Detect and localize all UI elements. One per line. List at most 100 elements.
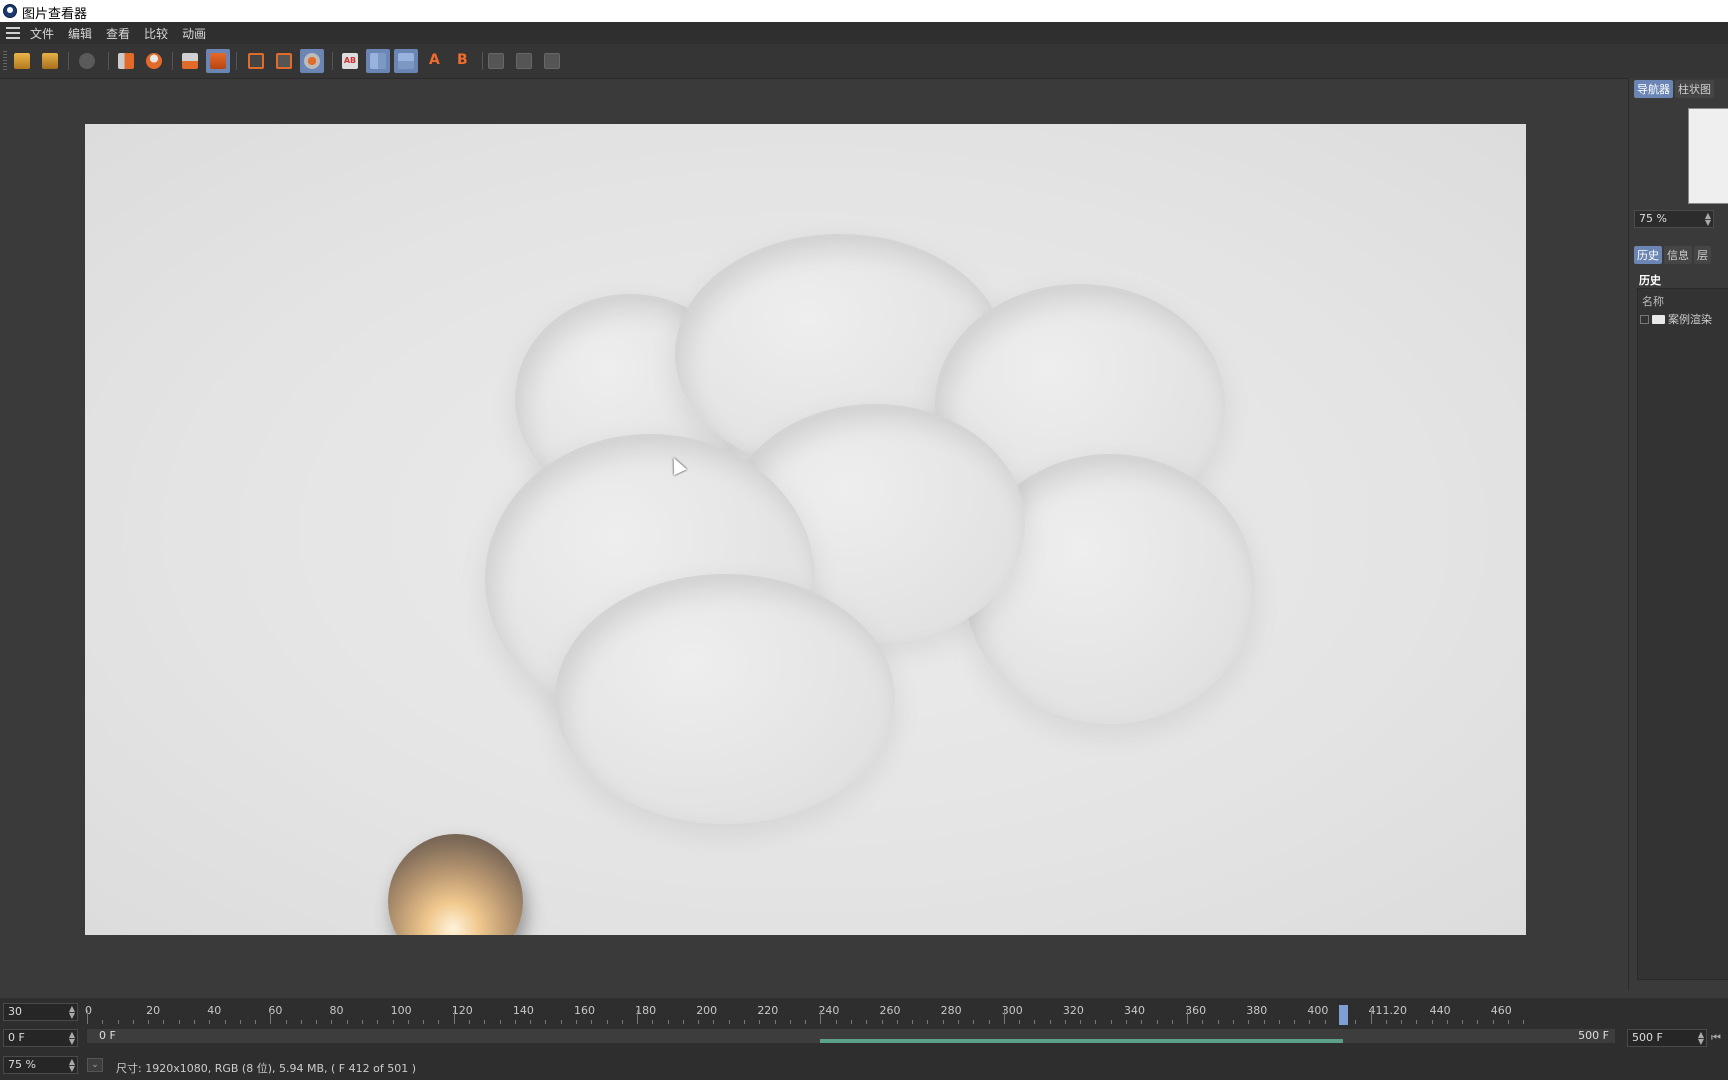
split-b-button[interactable] — [394, 49, 418, 73]
ruler-tick — [1385, 1020, 1387, 1024]
current-frame-field[interactable]: 0 F ▲ ▼ — [3, 1029, 78, 1047]
frame-ruler[interactable]: 0 20 40 60 80 100 120 140 160 180 200 220 240 260 280 3… — [85, 1000, 1728, 1025]
ruler-tick-label: 320 — [1062, 1004, 1084, 1017]
crop-button[interactable] — [114, 49, 138, 73]
ruler-tick — [132, 1020, 134, 1024]
grid3-button[interactable] — [540, 49, 564, 73]
stack-red-icon — [210, 53, 226, 69]
ruler-tick — [1523, 1020, 1525, 1024]
frame-range-bar[interactable]: 0 F 500 F — [87, 1029, 1615, 1043]
spinner-icon[interactable]: ▲ ▼ — [69, 1005, 75, 1020]
ruler-tick — [621, 1020, 623, 1024]
hamburger-menu-icon[interactable] — [6, 27, 20, 39]
clay-blob — [555, 574, 895, 824]
navigator-zoom-field[interactable]: 75 % ▲ ▼ — [1634, 210, 1714, 228]
ruler-tick — [1019, 1020, 1021, 1024]
ruler-tick — [148, 1020, 150, 1024]
frame-eye-button[interactable] — [272, 49, 296, 73]
ruler-tick — [896, 1020, 898, 1024]
spinner-icon[interactable]: ▲ ▼ — [1705, 212, 1711, 227]
spinner-icon[interactable]: ▲ ▼ — [69, 1058, 75, 1073]
grid2-button[interactable] — [512, 49, 536, 73]
ruler-tick — [514, 1020, 516, 1024]
expand-icon[interactable] — [1640, 314, 1649, 324]
ruler-tick — [1324, 1020, 1326, 1024]
ruler-tick — [224, 1020, 226, 1024]
tab-layers[interactable]: 层 — [1694, 246, 1711, 264]
cinema4d-logo-icon — [3, 4, 17, 18]
rendered-frames-bar — [820, 1039, 1343, 1043]
frame-button[interactable] — [244, 49, 268, 73]
ruler-tick — [835, 1020, 837, 1024]
stack-active-button[interactable] — [206, 49, 230, 73]
ruler-tick — [117, 1020, 119, 1024]
menu-edit[interactable]: 编辑 — [68, 25, 92, 42]
ruler-tick — [606, 1020, 608, 1024]
group-button[interactable] — [300, 49, 324, 73]
ruler-tick — [881, 1020, 883, 1024]
ruler-tick-label: 220 — [757, 1004, 779, 1017]
ruler-tick-label: 460 — [1490, 1004, 1512, 1017]
fps-field[interactable]: 30 ▲ ▼ — [3, 1003, 78, 1021]
toolbar: AB A B — [0, 44, 1728, 79]
navigator-zoom-value: 75 % — [1639, 212, 1667, 225]
title-bar: 图片查看器 — [0, 0, 1728, 22]
ruler-tick — [1064, 1020, 1066, 1024]
ruler-tick-label: 20 — [146, 1004, 161, 1017]
ruler-tick — [744, 1020, 746, 1024]
set-b-button[interactable]: B — [453, 49, 477, 73]
ruler-tick-label: 140 — [512, 1004, 534, 1017]
ab-icon: AB — [342, 53, 358, 69]
set-a-button[interactable]: A — [425, 49, 449, 73]
ruler-tick — [1370, 1010, 1372, 1024]
menu-animation[interactable]: 动画 — [182, 25, 206, 42]
ab-compare-button[interactable]: AB — [338, 49, 362, 73]
spinner-icon[interactable]: ▲ ▼ — [1698, 1031, 1704, 1046]
ruler-tick — [453, 1010, 455, 1024]
menu-view[interactable]: 查看 — [106, 25, 130, 42]
tab-navigator[interactable]: 导航器 — [1634, 80, 1673, 98]
render-settings-button[interactable] — [75, 49, 99, 73]
image-viewport[interactable] — [0, 79, 1628, 989]
rendered-image[interactable] — [85, 124, 1526, 935]
ruler-tick — [438, 1020, 440, 1024]
dropdown-chevron-icon[interactable]: ⌄ — [87, 1058, 103, 1072]
ruler-tick — [560, 1020, 562, 1024]
save-button[interactable] — [38, 49, 62, 73]
grid2-icon — [516, 53, 532, 69]
split-b-icon — [398, 53, 414, 69]
end-frame-field[interactable]: 500 F ▲ ▼ — [1627, 1029, 1707, 1047]
ruler-tick-label: 160 — [573, 1004, 595, 1017]
ruler-tick-label: 280 — [940, 1004, 962, 1017]
history-list[interactable]: 名称 案例渲染 — [1637, 288, 1728, 980]
person-button[interactable] — [142, 49, 166, 73]
menu-compare[interactable]: 比较 — [144, 25, 168, 42]
zoom-field[interactable]: 75 % ▲ ▼ — [3, 1056, 78, 1074]
spinner-icon[interactable]: ▲ ▼ — [69, 1031, 75, 1046]
ruler-tick — [102, 1020, 104, 1024]
ruler-tick — [652, 1020, 654, 1024]
ruler-tick — [1508, 1020, 1510, 1024]
ruler-tick-label: 80 — [329, 1004, 344, 1017]
history-item[interactable]: 案例渲染 — [1640, 311, 1712, 327]
go-to-start-icon[interactable]: ⏮ — [1711, 1031, 1721, 1045]
ruler-tick-label: 300 — [1001, 1004, 1023, 1017]
ruler-tick — [362, 1020, 364, 1024]
playhead-marker[interactable] — [1339, 1005, 1349, 1025]
navigator-thumbnail[interactable] — [1688, 108, 1728, 204]
ruler-tick-label: 40 — [207, 1004, 222, 1017]
grid1-button[interactable] — [484, 49, 508, 73]
ruler-tick-label: 200 — [696, 1004, 718, 1017]
split-a-button[interactable] — [366, 49, 390, 73]
separator — [236, 52, 237, 70]
tab-history[interactable]: 历史 — [1634, 246, 1662, 264]
toolbar-grip[interactable] — [3, 51, 7, 71]
ruler-tick — [728, 1020, 730, 1024]
stack-button[interactable] — [178, 49, 202, 73]
open-button[interactable] — [10, 49, 34, 73]
ruler-tick — [851, 1020, 852, 1024]
tab-info[interactable]: 信息 — [1664, 246, 1692, 264]
status-text: 尺寸: 1920x1080, RGB (8 位), 5.94 MB, ( F 4… — [116, 1062, 416, 1075]
menu-file[interactable]: 文件 — [30, 25, 54, 42]
tab-histogram[interactable]: 柱状图 — [1675, 80, 1714, 98]
